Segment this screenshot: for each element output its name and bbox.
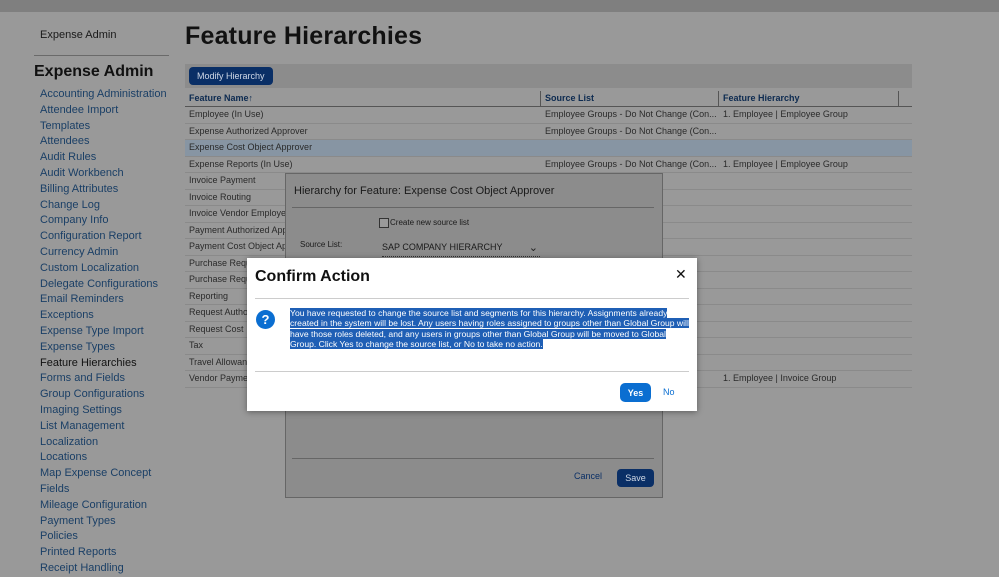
sidebar-item[interactable]: Payment Types [40,514,170,530]
confirm-dialog-title: Confirm Action [255,268,370,285]
modify-hierarchy-button[interactable]: Modify Hierarchy [189,67,273,85]
close-icon[interactable]: ✕ [675,267,687,281]
hierarchy-dialog-title: Hierarchy for Feature: Expense Cost Obje… [294,185,555,197]
sidebar-item[interactable]: Configuration Report [40,229,170,245]
feature-hierarchy-cell: 1. Employee | Employee Group [723,158,848,169]
top-bar [0,0,999,12]
sidebar-item[interactable]: Company Info [40,213,170,229]
source-list-select[interactable]: SAP COMPANY HIERARCHY ⌄ [382,238,540,257]
source-list-cell: Employee Groups - Do Not Change (Con... [545,109,717,119]
save-button[interactable]: Save [617,469,654,487]
create-new-source-list-checkbox[interactable] [379,218,389,228]
feature-hierarchy-cell: 1. Employee | Invoice Group [723,373,837,383]
sidebar-item[interactable]: Expense Types [40,340,170,356]
feature-name-cell: Employee (In Use) [189,109,264,119]
sidebar-item[interactable]: Currency Admin [40,245,170,261]
sidebar-item[interactable]: Imaging Settings [40,403,170,419]
feature-hierarchy-cell [719,256,899,272]
feature-hierarchy-cell [719,173,899,189]
sidebar-item[interactable]: Map Expense Concept Fields [40,466,170,498]
sidebar-item[interactable]: Custom Localization [40,261,170,277]
sidebar-item[interactable]: Audit Rules [40,150,170,166]
divider [292,458,654,459]
sidebar-item[interactable]: Feature Hierarchies [40,356,170,372]
feature-name-cell: Expense Reports (In Use) [189,158,293,169]
sidebar-item[interactable]: Locations [40,450,170,466]
source-list-cell [541,140,719,156]
column-header-source-list[interactable]: Source List [541,91,719,106]
yes-button[interactable]: Yes [620,383,651,402]
feature-hierarchy-cell [719,289,899,305]
confirm-message-text: You have requested to change the source … [290,308,689,350]
divider [292,207,654,208]
feature-name-cell: Expense Authorized Approver [189,125,308,136]
feature-hierarchy-cell [719,305,899,321]
create-new-source-list-label: Create new source list [390,218,470,227]
feature-hierarchy-cell: 1. Employee | Employee Group [723,109,848,119]
page-title: Feature Hierarchies [185,22,423,50]
feature-hierarchy-cell [719,338,899,354]
breadcrumb-divider [34,55,169,56]
feature-hierarchy-cell [719,239,899,255]
sidebar-item[interactable]: Billing Attributes [40,182,170,198]
feature-hierarchy-cell [719,322,899,338]
sidebar-item[interactable]: Policies [40,529,170,545]
question-icon: ? [256,310,275,329]
sidebar-nav: Accounting Administration Attendee Import… [40,87,170,577]
divider [255,298,689,299]
feature-hierarchy-cell [719,206,899,222]
feature-hierarchy-cell [719,223,899,239]
sidebar-item[interactable]: Attendees [40,134,170,150]
sidebar-item[interactable]: Attendee Import Templates [40,103,170,135]
table-row[interactable]: Expense Authorized Approver Employee Grou… [185,124,912,140]
source-list-cell: Employee Groups - Do Not Change (Con... [545,125,717,136]
sidebar-item[interactable]: Email Reminders [40,292,170,308]
sidebar-item[interactable]: Forms and Fields [40,371,170,387]
column-header-feature-hierarchy[interactable]: Feature Hierarchy [719,91,899,106]
no-button[interactable]: No [663,387,675,397]
sidebar-item[interactable]: Audit Workbench [40,166,170,182]
column-header-feature-name[interactable]: Feature Name↑ [185,91,541,106]
feature-hierarchy-cell [719,124,899,140]
sidebar-item[interactable]: Delegate Configurations [40,277,170,293]
sidebar-item[interactable]: Group Configurations [40,387,170,403]
table-row[interactable]: Expense Cost Object Approver [185,140,912,157]
sidebar-item[interactable]: Exceptions [40,308,170,324]
sidebar-item[interactable]: List Management [40,419,170,435]
feature-hierarchy-cell [719,355,899,371]
sidebar-item[interactable]: Mileage Configuration [40,498,170,514]
grid-toolbar [185,64,912,88]
cancel-button[interactable]: Cancel [574,471,602,481]
source-list-label: Source List: [300,240,343,249]
sidebar-item[interactable]: Change Log [40,198,170,214]
breadcrumb[interactable]: Expense Admin [40,29,116,41]
sidebar-item[interactable]: Expense Type Import [40,324,170,340]
sidebar-item[interactable]: Localization [40,435,170,451]
feature-hierarchy-cell [719,190,899,206]
grid-header: Feature Name↑ Source List Feature Hierar… [185,91,912,107]
table-row[interactable]: Employee (In Use) Employee Groups - Do No… [185,107,912,124]
sidebar-title: Expense Admin [34,63,154,80]
divider [255,371,689,372]
chevron-down-icon: ⌄ [528,242,538,254]
sidebar-item[interactable]: Accounting Administration [40,87,170,103]
feature-name-cell: Expense Cost Object Approver [189,142,313,152]
source-list-cell: Employee Groups - Do Not Change (Con... [545,158,717,169]
sidebar-item[interactable]: Receipt Handling [40,561,170,577]
source-list-value: SAP COMPANY HIERARCHY [382,242,503,252]
table-row[interactable]: Expense Reports (In Use) Employee Groups … [185,157,912,173]
confirm-message: You have requested to change the source … [290,308,690,350]
feature-hierarchy-cell [719,272,899,288]
confirm-dialog: Confirm Action ✕ ? You have requested to… [247,258,697,411]
feature-hierarchy-cell [719,140,899,156]
